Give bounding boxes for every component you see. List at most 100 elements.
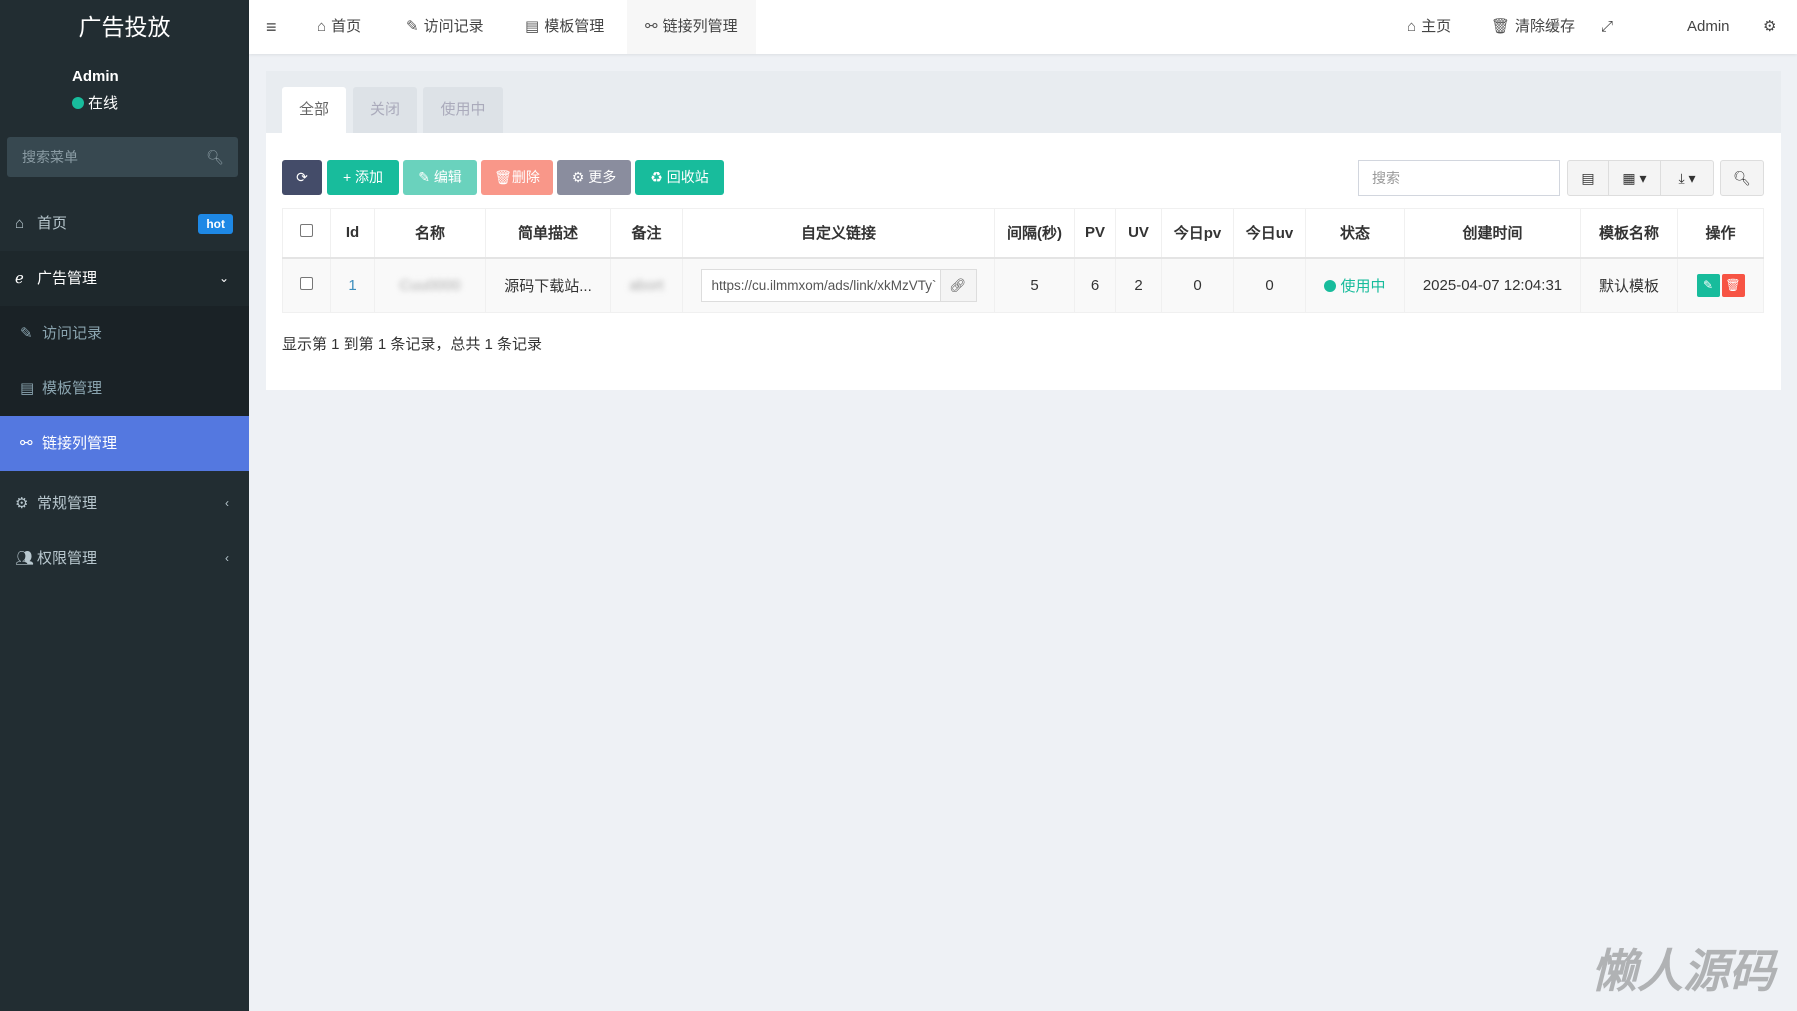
sidebar-item-label: 常规管理 xyxy=(37,495,98,512)
edit-label: 编辑 xyxy=(433,169,462,185)
col-created[interactable]: 创建时间 xyxy=(1404,208,1581,259)
row-delete-button[interactable]: 🗑︎ xyxy=(1721,273,1745,297)
nav-label: 链接列管理 xyxy=(662,18,738,35)
home-label: 主页 xyxy=(1421,18,1452,35)
sidebar-item-permissions[interactable]: 👥︎ 权限管理 ‹ xyxy=(0,531,249,586)
row-today-uv: 0 xyxy=(1233,257,1306,313)
search-button[interactable]: 🔍︎ xyxy=(1720,160,1764,196)
row-template: 默认模板 xyxy=(1580,257,1678,313)
refresh-button[interactable]: ⟳ xyxy=(282,160,322,195)
home-icon: ⌂ xyxy=(317,18,327,35)
more-button[interactable]: ⚙ 更多 xyxy=(557,160,631,195)
col-today-pv[interactable]: 今日pv xyxy=(1161,208,1234,259)
col-interval[interactable]: 间隔(秒) xyxy=(994,208,1075,259)
clear-cache-button[interactable]: 🗑︎ 清除缓存 xyxy=(1491,0,1575,54)
home-icon: ⌂ xyxy=(15,215,25,232)
table-search-input[interactable]: 搜索 xyxy=(1358,160,1560,196)
tab-all[interactable]: 全部 xyxy=(282,87,346,133)
top-header: ≡ ⌂ 首页 ✎ 访问记录 ▤ 模板管理 ⚯ 链接列管理 ⌂ 主页 🗑︎ 清除缓存 ⤢ Ad… xyxy=(249,0,1797,54)
select-all-checkbox[interactable] xyxy=(300,224,313,238)
app-title: 广告投放 xyxy=(78,14,171,40)
status-tabs: 全部 关闭 使用中 xyxy=(266,71,1781,133)
trash-icon: 🗑︎ xyxy=(1491,18,1511,35)
copy-link-icon[interactable]: 🔗︎ xyxy=(939,269,976,301)
list-icon: ▤ xyxy=(1581,170,1595,186)
col-remark[interactable]: 备注 xyxy=(610,208,683,259)
delete-button[interactable]: 🗑︎删除 xyxy=(481,160,553,195)
cogs-icon[interactable]: ⚙ xyxy=(1763,0,1776,54)
sidebar-item-links[interactable]: ⚯ 链接列管理 xyxy=(0,416,249,471)
home-icon: ⌂ xyxy=(1407,18,1417,35)
row-edit-button[interactable]: ✎ xyxy=(1696,273,1720,297)
link-value[interactable]: https://cu.ilmmxom/ads/link/xkMzVTy` xyxy=(702,278,940,293)
menu-search-input[interactable]: 搜索菜单 🔍︎ xyxy=(7,137,238,177)
sidebar-item-label: 模板管理 xyxy=(42,380,103,397)
tab-in-use[interactable]: 使用中 xyxy=(423,87,503,133)
user-menu[interactable]: Admin xyxy=(1687,0,1730,54)
sidebar-item-label: 访问记录 xyxy=(42,325,103,342)
status-dot-icon xyxy=(1324,279,1337,292)
menu-toggle-icon[interactable]: ≡ xyxy=(266,0,277,54)
row-id: 1 xyxy=(330,257,375,313)
user-name: Admin xyxy=(72,68,119,85)
online-dot-icon xyxy=(72,97,84,109)
sidebar-item-home[interactable]: ⌂ 首页 hot xyxy=(0,196,249,251)
row-desc: 源码下载站... xyxy=(485,257,611,313)
chevron-left-icon: ‹ xyxy=(225,496,229,510)
user-panel: Admin 在线 xyxy=(72,68,119,113)
nav-label: 首页 xyxy=(331,18,362,35)
row-status: 使用中 xyxy=(1305,257,1405,313)
toggle-view-button[interactable]: ▤ xyxy=(1567,160,1609,196)
nav-tab-links[interactable]: ⚯ 链接列管理 xyxy=(627,0,756,54)
col-name[interactable]: 名称 xyxy=(374,208,486,259)
row-created: 2025-04-07 12:04:31 xyxy=(1404,257,1581,313)
sidebar-item-label: 链接列管理 xyxy=(42,435,118,452)
col-status[interactable]: 状态 xyxy=(1305,208,1405,259)
search-icon[interactable]: 🔍︎ xyxy=(206,137,224,177)
row-name: Cuu0000 xyxy=(399,276,461,294)
list-icon: ▤ xyxy=(525,18,540,35)
sidebar: 广告投放 Admin 在线 搜索菜单 🔍︎ ⌂ 首页 hot ℯ 广告管理 ⌄ ✎ 访问记录… xyxy=(0,0,249,1011)
pencil-icon: ✎ xyxy=(406,18,419,35)
delete-label: 删除 xyxy=(511,169,540,185)
table-row: 1 Cuu0000 源码下载站... abort https://cu.ilmm… xyxy=(282,257,1764,313)
links-table: Id 名称 简单描述 备注 自定义链接 间隔(秒) PV UV 今日pv 今日u… xyxy=(282,208,1764,313)
col-template[interactable]: 模板名称 xyxy=(1580,208,1678,259)
pencil-icon: ✎ xyxy=(20,325,33,342)
grid-icon: ▦ ▾ xyxy=(1622,170,1647,186)
export-button[interactable]: ⤓ ▾ xyxy=(1660,160,1714,196)
row-uv: 2 xyxy=(1115,257,1162,313)
nav-tab-home[interactable]: ⌂ 首页 xyxy=(317,0,361,54)
row-today-pv: 0 xyxy=(1161,257,1234,313)
col-desc[interactable]: 简单描述 xyxy=(485,208,611,259)
sidebar-item-label: 权限管理 xyxy=(37,550,98,567)
col-today-uv[interactable]: 今日uv xyxy=(1233,208,1306,259)
home-link[interactable]: ⌂ 主页 xyxy=(1407,0,1451,54)
sidebar-item-templates[interactable]: ▤ 模板管理 xyxy=(0,361,249,416)
fullscreen-icon[interactable]: ⤢ xyxy=(1601,0,1613,54)
nav-tab-visits[interactable]: ✎ 访问记录 xyxy=(406,0,484,54)
col-actions: 操作 xyxy=(1677,208,1764,259)
sidebar-item-label: 首页 xyxy=(37,215,68,232)
col-pv[interactable]: PV xyxy=(1074,208,1116,259)
more-label: 更多 xyxy=(588,169,617,185)
edit-button[interactable]: ✎ 编辑 xyxy=(403,160,477,195)
col-id[interactable]: Id xyxy=(330,208,375,259)
row-checkbox[interactable] xyxy=(300,276,313,290)
add-button[interactable]: + 添加 xyxy=(327,160,399,195)
col-uv[interactable]: UV xyxy=(1115,208,1162,259)
columns-button[interactable]: ▦ ▾ xyxy=(1608,160,1661,196)
recycle-bin-button[interactable]: ♻ 回收站 xyxy=(635,160,724,195)
sidebar-item-visits[interactable]: ✎ 访问记录 xyxy=(0,306,249,361)
sidebar-item-general[interactable]: ⚙ 常规管理 ‹ xyxy=(0,476,249,531)
status-label: 使用中 xyxy=(1340,277,1386,295)
link-field[interactable]: https://cu.ilmmxom/ads/link/xkMzVTy` 🔗︎ xyxy=(700,268,977,302)
sidebar-item-ads[interactable]: ℯ 广告管理 ⌄ xyxy=(0,251,249,306)
user-status: 在线 xyxy=(88,95,119,112)
users-icon: 👥︎ xyxy=(15,550,35,567)
list-icon: ▤ xyxy=(20,380,35,397)
col-link[interactable]: 自定义链接 xyxy=(682,208,995,259)
nav-tab-templates[interactable]: ▤ 模板管理 xyxy=(525,0,604,54)
tab-closed[interactable]: 关闭 xyxy=(353,87,417,133)
chevron-left-icon: ‹ xyxy=(225,551,229,565)
